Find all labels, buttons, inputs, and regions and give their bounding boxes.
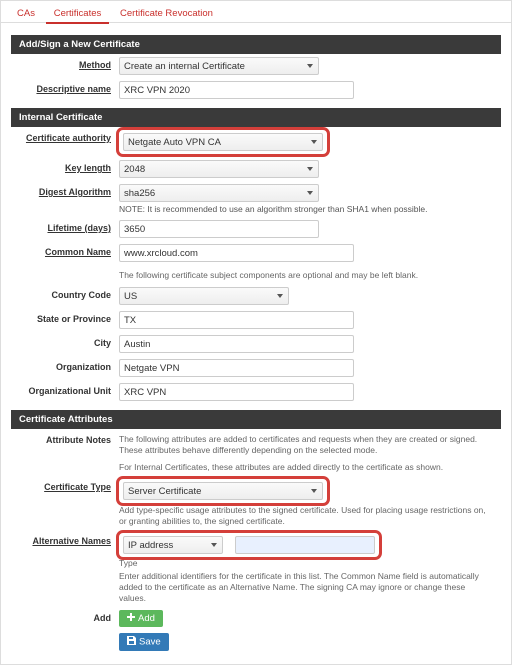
section-cert-attrs-title: Certificate Attributes [11, 410, 501, 429]
select-ca[interactable]: Netgate Auto VPN CA [123, 133, 323, 151]
label-method: Method [11, 57, 119, 70]
label-ca: Certificate authority [11, 130, 119, 143]
text-attribute-notes-2: For Internal Certificates, these attribu… [119, 462, 491, 473]
label-country: Country Code [11, 287, 119, 300]
select-digest[interactable]: sha256 [119, 184, 319, 202]
label-city: City [11, 335, 119, 348]
input-common-name[interactable] [119, 244, 354, 262]
input-organization[interactable] [119, 359, 354, 377]
input-lifetime[interactable] [119, 220, 319, 238]
label-common-name: Common Name [11, 244, 119, 257]
note-digest: NOTE: It is recommended to use an algori… [119, 204, 491, 214]
save-icon [127, 636, 136, 648]
label-alt-names: Alternative Names [11, 533, 119, 546]
help-alt-names: Enter additional identifiers for the cer… [119, 571, 491, 604]
help-cert-type: Add type-specific usage attributes to th… [119, 505, 491, 527]
save-button[interactable]: Save [119, 633, 169, 651]
section-add-sign-title: Add/Sign a New Certificate [11, 35, 501, 54]
tab-cas[interactable]: CAs [9, 5, 43, 22]
tab-revocation[interactable]: Certificate Revocation [112, 5, 221, 22]
add-button[interactable]: Add [119, 610, 163, 627]
label-cert-type: Certificate Type [11, 479, 119, 492]
input-alt-name-value[interactable] [235, 536, 375, 554]
section-internal-cert-title: Internal Certificate [11, 108, 501, 127]
select-alt-name-type[interactable]: IP address [123, 536, 223, 554]
label-descriptive-name: Descriptive name [11, 81, 119, 94]
select-country[interactable]: US [119, 287, 289, 305]
label-lifetime: Lifetime (days) [11, 220, 119, 233]
tab-certificates[interactable]: Certificates [46, 5, 110, 24]
label-attribute-notes: Attribute Notes [11, 432, 119, 445]
select-cert-type[interactable]: Server Certificate [123, 482, 323, 500]
label-ou: Organizational Unit [11, 383, 119, 396]
note-optional-components: The following certificate subject compon… [119, 270, 491, 281]
input-city[interactable] [119, 335, 354, 353]
select-method[interactable]: Create an internal Certificate [119, 57, 319, 75]
label-organization: Organization [11, 359, 119, 372]
select-keylength[interactable]: 2048 [119, 160, 319, 178]
input-state[interactable] [119, 311, 354, 329]
label-add: Add [11, 610, 119, 623]
text-attribute-notes-1: The following attributes are added to ce… [119, 434, 491, 456]
input-descriptive-name[interactable] [119, 81, 354, 99]
input-ou[interactable] [119, 383, 354, 401]
label-state: State or Province [11, 311, 119, 324]
tabs: CAs Certificates Certificate Revocation [1, 1, 511, 23]
sublabel-alt-name-type: Type [119, 558, 491, 569]
plus-icon [127, 613, 135, 624]
label-digest: Digest Algorithm [11, 184, 119, 197]
label-keylength: Key length [11, 160, 119, 173]
